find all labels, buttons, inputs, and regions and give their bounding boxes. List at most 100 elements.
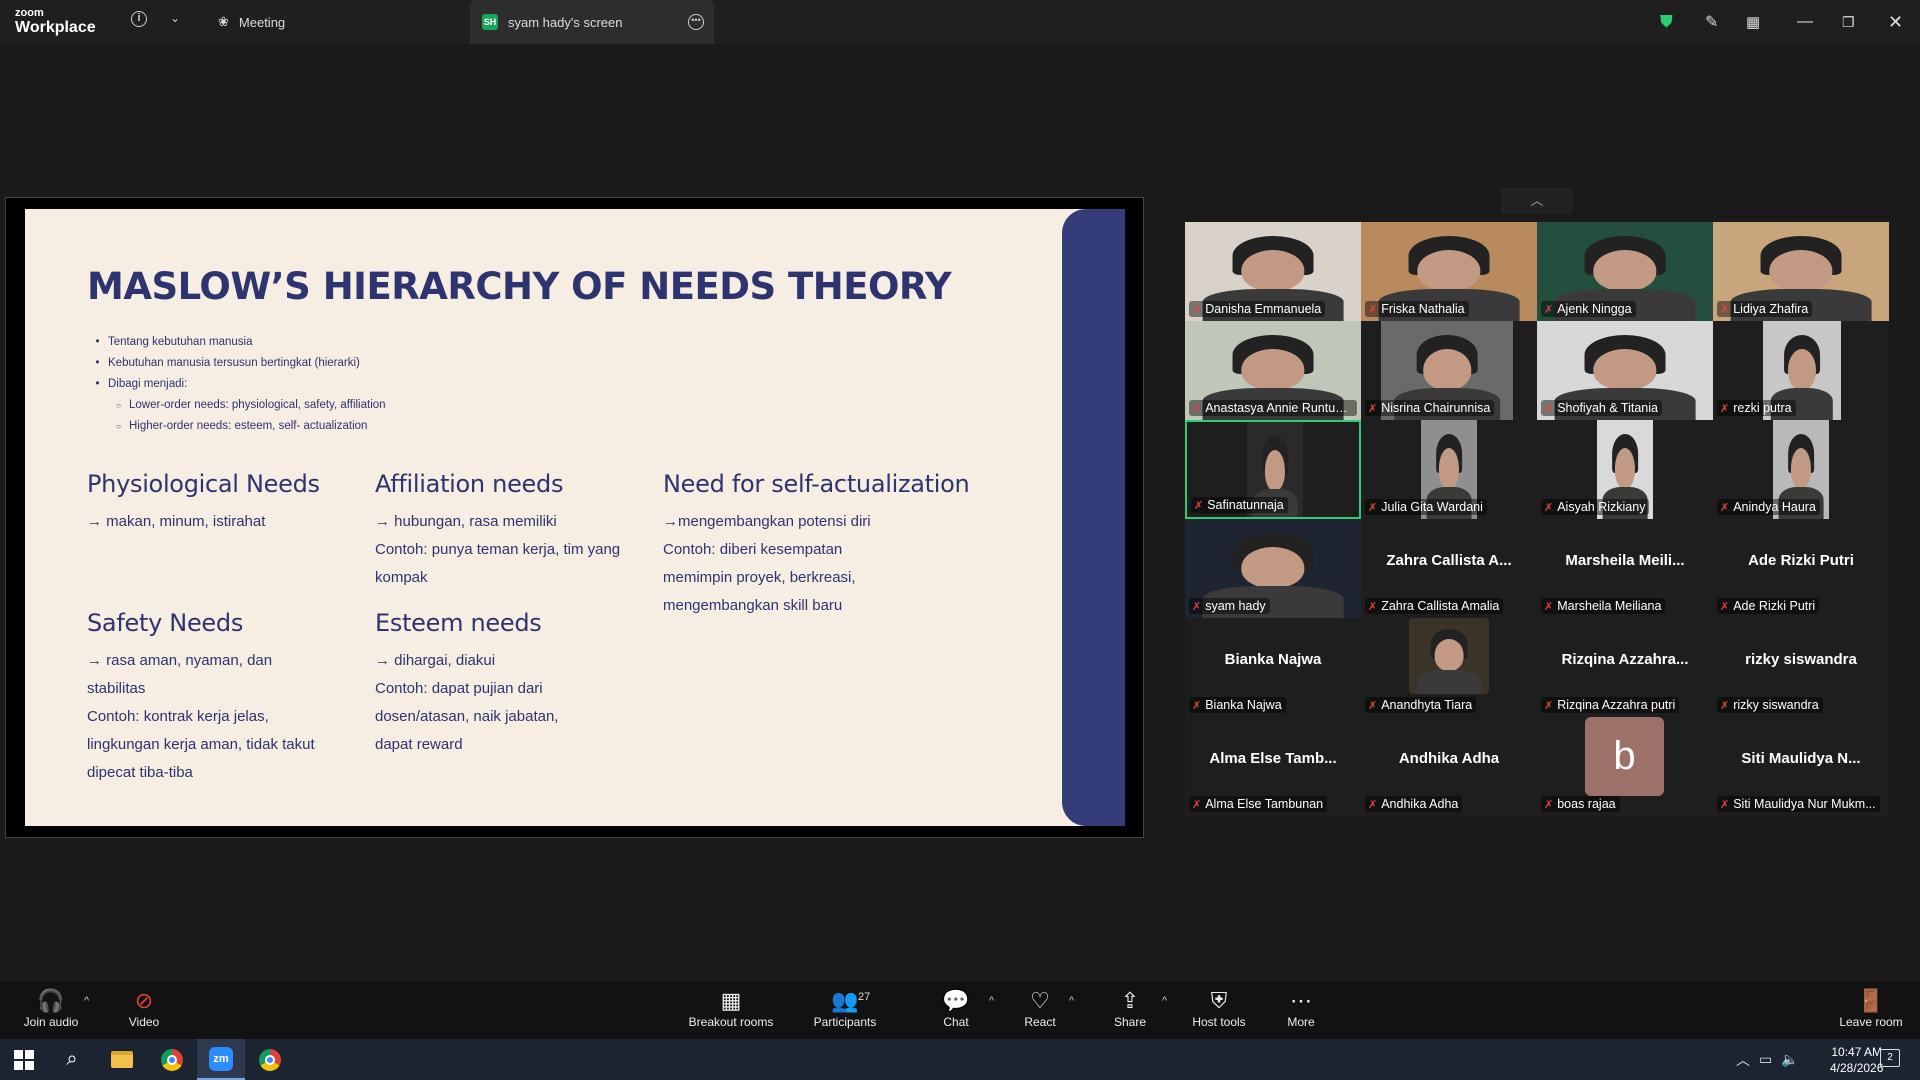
participant-tile[interactable]: Zahra Callista A... ✗ Zahra Callista Amali… [1361, 519, 1537, 618]
participant-tile[interactable]: ✗ syam hady [1185, 519, 1361, 618]
participants-button[interactable]: 👥 27 Participants [800, 987, 890, 1029]
participant-tile[interactable]: ✗ Aisyah Rizkiany [1537, 420, 1713, 519]
participant-name-label: ✗ Zahra Callista Amalia [1365, 598, 1504, 614]
minimize-button[interactable]: — [1797, 0, 1813, 44]
file-explorer-button[interactable] [98, 1039, 146, 1080]
participant-tile[interactable]: ✗ Friska Nathalia [1361, 222, 1537, 321]
participant-name: rizky siswandra [1733, 698, 1819, 712]
video-off-icon: ⊘ [134, 988, 154, 1013]
join-audio-button[interactable]: 🎧 Join audio ^ [6, 987, 96, 1029]
tab-shared-screen[interactable]: SH syam hady's screen ••• [470, 0, 714, 44]
network-icon[interactable]: ▭ [1759, 1039, 1772, 1080]
shared-screen[interactable]: MASLOW’S HIERARCHY OF NEEDS THEORY Tenta… [5, 197, 1144, 838]
tray-overflow-icon[interactable]: ︿ [1736, 1039, 1750, 1080]
participant-tile[interactable]: ✗ Lidiya Zhafira [1713, 222, 1889, 321]
participant-tile[interactable]: ✗ Safinatunnaja [1185, 420, 1361, 519]
system-clock[interactable]: 10:47 AM 4/28/2026 [1830, 1044, 1883, 1076]
participant-tile[interactable]: Bianka Najwa ✗ Bianka Najwa [1185, 618, 1361, 717]
zoom-taskbar-button[interactable]: zm [197, 1039, 245, 1080]
audio-options-caret[interactable]: ^ [84, 995, 89, 1007]
safety-needs: Safety Needs → rasa aman, nyaman, dan st… [87, 609, 315, 781]
participant-tile[interactable]: rizky siswandra ✗ rizky siswandra [1713, 618, 1889, 717]
share-options-caret[interactable]: ^ [1162, 995, 1167, 1007]
participant-name: Siti Maulidya Nur Mukm... [1733, 797, 1876, 811]
participant-tile[interactable]: ✗ Ajenk Ningga [1537, 222, 1713, 321]
participant-display-name: Andhika Adha [1398, 750, 1500, 767]
chat-button[interactable]: 💬 Chat ^ [911, 987, 1001, 1029]
zoom-logo: zoom Workplace [15, 7, 96, 36]
muted-mic-icon: ✗ [1544, 799, 1554, 811]
participant-tile[interactable]: Marsheila Meili... ✗ Marsheila Meiliana [1537, 519, 1713, 618]
chrome-button[interactable] [148, 1039, 196, 1080]
participant-name-label: ✗ Anastasya Annie Runtuw... [1189, 400, 1357, 416]
host-tools-button[interactable]: ⛨ Host tools [1174, 987, 1264, 1029]
muted-mic-icon: ✗ [1544, 502, 1554, 514]
participant-tile[interactable]: ✗ Danisha Emmanuela [1185, 222, 1361, 321]
video-button[interactable]: ⊘ Video [99, 987, 189, 1029]
windows-taskbar: ⌕ zm ︿ ▭ 🔈 10:47 AM 4/28/2026 2 [0, 1039, 1920, 1080]
participant-name: Anindya Haura [1733, 500, 1816, 514]
participants-icon: ❀ [218, 14, 229, 29]
participant-tile[interactable]: Alma Else Tamb... ✗ Alma Else Tambunan [1185, 717, 1361, 816]
search-button[interactable]: ⌕ [48, 1039, 96, 1080]
participant-name: Aisyah Rizkiany [1557, 500, 1646, 514]
more-button[interactable]: ⋯ More [1256, 987, 1346, 1029]
slide-accent-band [1062, 209, 1125, 826]
sub-bullet-item: Lower-order needs: physiological, safety… [87, 395, 386, 416]
participant-tile[interactable]: ✗ Anindya Haura [1713, 420, 1889, 519]
participant-name-label: ✗ boas rajaa [1541, 796, 1620, 812]
leave-room-button[interactable]: 🚪 Leave room [1826, 987, 1916, 1029]
participant-display-name: Ade Rizki Putri [1748, 552, 1854, 569]
share-button[interactable]: ⇪ Share ^ [1085, 987, 1175, 1029]
more-options-icon[interactable]: ••• [688, 14, 704, 30]
react-options-caret[interactable]: ^ [1069, 995, 1074, 1007]
participant-name: boas rajaa [1557, 797, 1616, 811]
search-icon: ⌕ [66, 1048, 78, 1070]
breakout-rooms-icon: ▦ [720, 988, 742, 1013]
participant-name: syam hady [1205, 599, 1266, 613]
chevron-down-icon[interactable]: ⌄ [170, 11, 180, 25]
maximize-button[interactable]: ❐ [1842, 0, 1855, 44]
participant-name-label: ✗ rizky siswandra [1717, 697, 1823, 713]
start-button[interactable] [0, 1039, 48, 1080]
tab-meeting[interactable]: ❀ Meeting [218, 0, 285, 44]
participant-tile[interactable]: ✗ Julia Gita Wardani [1361, 420, 1537, 519]
muted-mic-icon: ✗ [1720, 799, 1730, 811]
participant-tile[interactable]: Andhika Adha ✗ Andhika Adha [1361, 717, 1537, 816]
annotate-pencil-icon[interactable]: ✎ [1705, 0, 1718, 44]
participant-name-label: ✗ Aisyah Rizkiany [1541, 499, 1650, 515]
participant-tile[interactable]: ✗ Anastasya Annie Runtuw... [1185, 321, 1361, 420]
participant-name-label: ✗ syam hady [1189, 598, 1270, 614]
react-button[interactable]: ♡ React ^ [995, 987, 1085, 1029]
participant-name-label: ✗ rezki putra [1717, 400, 1796, 416]
participant-tile[interactable]: ✗ rezki putra [1713, 321, 1889, 420]
participant-name: Julia Gita Wardani [1381, 500, 1483, 514]
security-shield-icon[interactable]: ⛊ [1660, 0, 1673, 44]
headphones-icon: 🎧 [37, 988, 65, 1013]
close-button[interactable]: ✕ [1888, 0, 1903, 44]
breakout-rooms-button[interactable]: ▦ Breakout rooms [686, 987, 776, 1029]
volume-icon[interactable]: 🔈 [1781, 1039, 1798, 1080]
shield-icon: ⛨ [1210, 988, 1228, 1013]
participant-tile[interactable]: ✗ Nisrina Chairunnisa [1361, 321, 1537, 420]
participant-name: Anastasya Annie Runtuw... [1205, 401, 1354, 415]
participant-tile[interactable]: Siti Maulidya N... ✗ Siti Maulidya Nur Muk… [1713, 717, 1889, 816]
participant-name-label: ✗ Julia Gita Wardani [1365, 499, 1487, 515]
view-layout-icon[interactable]: ▦ [1746, 0, 1760, 44]
gallery-scroll-up-button[interactable]: ︿ [1501, 188, 1573, 214]
participant-tile[interactable]: ✗ Shofiyah & Titania [1537, 321, 1713, 420]
participant-tile[interactable]: Rizqina Azzahra... ✗ Rizqina Azzahra putri [1537, 618, 1713, 717]
muted-mic-icon: ✗ [1368, 601, 1378, 613]
meeting-info-icon[interactable]: i [131, 11, 147, 27]
muted-mic-icon: ✗ [1720, 403, 1730, 415]
chat-options-caret[interactable]: ^ [989, 995, 994, 1007]
chrome-profile-button[interactable] [246, 1039, 294, 1080]
notifications-icon[interactable]: 2 [1880, 1049, 1900, 1067]
participant-tile[interactable]: Ade Rizki Putri ✗ Ade Rizki Putri [1713, 519, 1889, 618]
muted-mic-icon: ✗ [1368, 700, 1378, 712]
meeting-toolbar: 🎧 Join audio ^ ⊘ Video ▦ Breakout rooms … [0, 981, 1920, 1039]
participant-tile[interactable]: b ✗ boas rajaa [1537, 717, 1713, 816]
muted-mic-icon: ✗ [1720, 601, 1730, 613]
participant-tile[interactable]: ✗ Anandhyta Tiara [1361, 618, 1537, 717]
affiliation-needs: Affiliation needs → hubungan, rasa memil… [375, 470, 621, 586]
